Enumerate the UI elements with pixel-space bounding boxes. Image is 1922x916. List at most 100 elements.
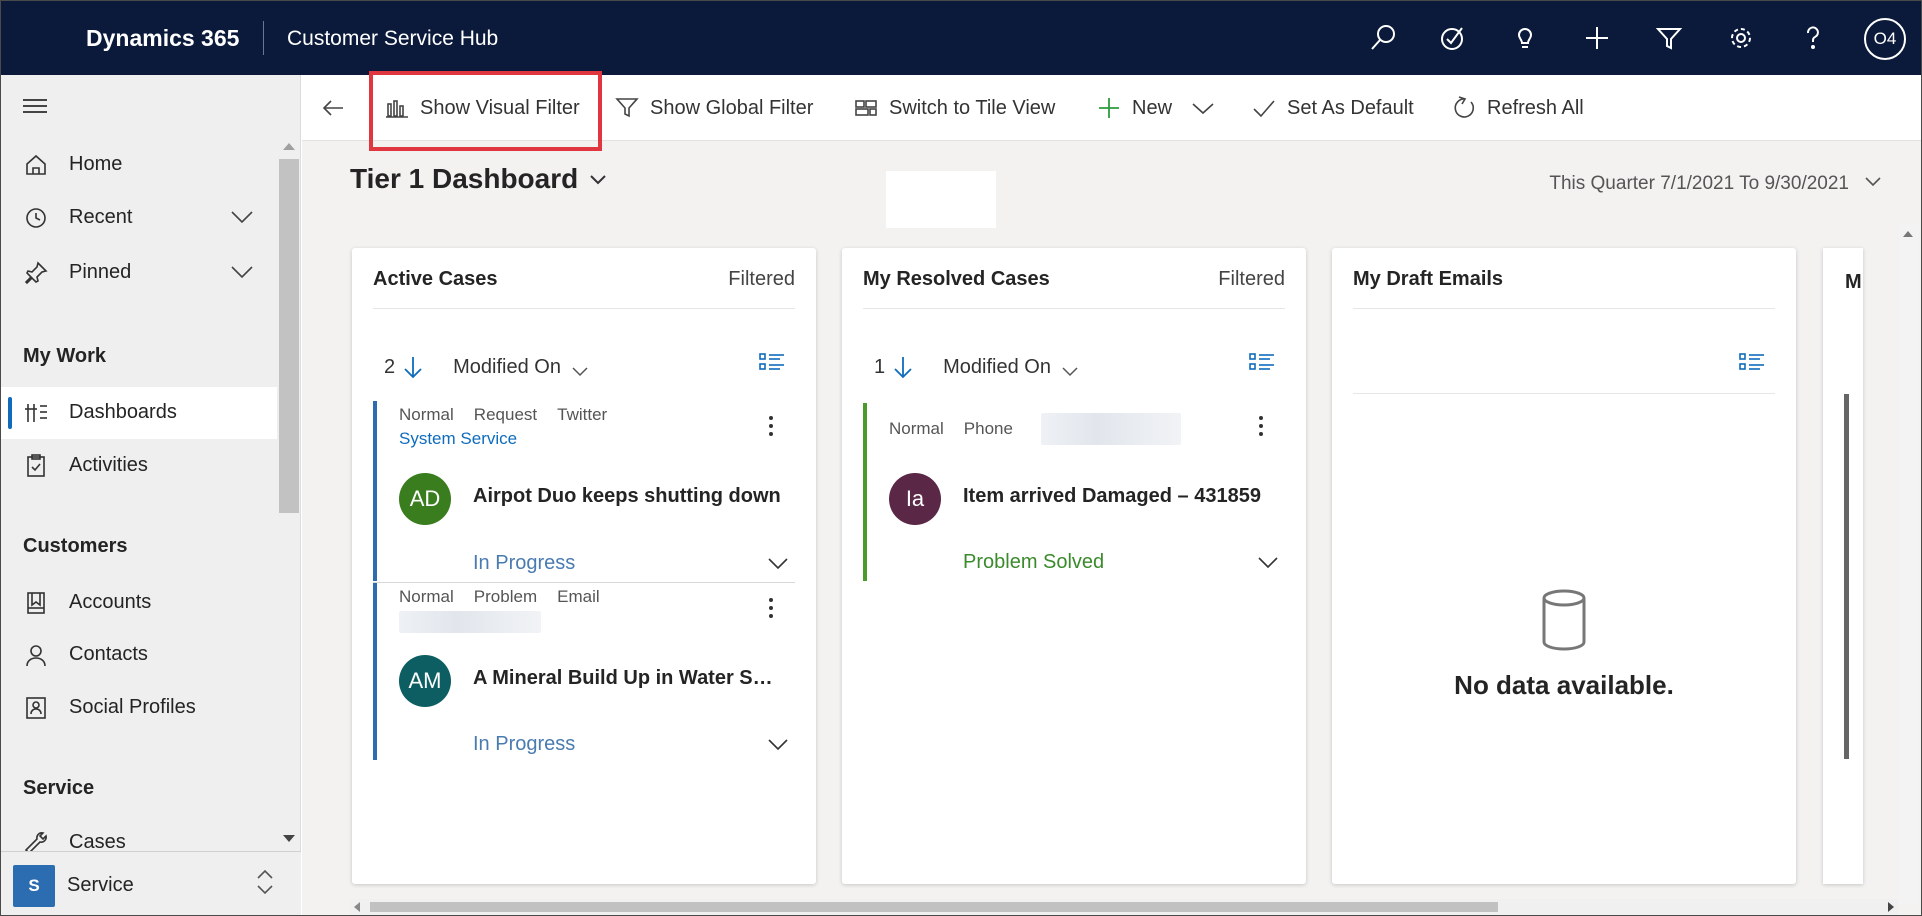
period-selector[interactable]: This Quarter 7/1/2021 To 9/30/2021	[1549, 173, 1849, 195]
case-owner[interactable]: System Service	[399, 429, 517, 449]
new-dropdown-button[interactable]	[1190, 92, 1226, 124]
record-count: 1	[874, 355, 886, 378]
list-view-icon[interactable]	[1738, 350, 1766, 376]
social-profile-icon	[23, 695, 49, 721]
case-status-bar	[373, 583, 377, 760]
sidebar-item-recent[interactable]: Recent	[1, 192, 277, 244]
group-title-customers: Customers	[23, 535, 128, 557]
case-priority: Normal	[399, 587, 454, 606]
stream-my-draft-emails: My Draft Emails No data available.	[1332, 248, 1796, 884]
sidebar-item-label: Social Profiles	[69, 696, 196, 718]
sort-field-label[interactable]: Modified On	[453, 356, 561, 379]
help-icon[interactable]	[1795, 20, 1831, 56]
scroll-right-arrow[interactable]	[1888, 902, 1894, 912]
dashboard-title[interactable]: Tier 1 Dashboard	[350, 163, 578, 195]
back-button[interactable]	[320, 92, 356, 124]
sidebar-item-dashboards[interactable]: Dashboards	[1, 387, 277, 439]
show-global-filter-button[interactable]: Show Global Filter	[614, 92, 813, 124]
list-view-icon[interactable]	[758, 350, 786, 376]
case-title[interactable]: A Mineral Build Up in Water Supply	[473, 667, 783, 690]
sidebar-item-activities[interactable]: Activities	[1, 440, 277, 492]
horizontal-scrollbar-thumb[interactable]	[370, 902, 1498, 912]
hamburger-menu-icon[interactable]	[23, 99, 47, 117]
list-view-icon[interactable]	[1248, 350, 1276, 376]
case-card[interactable]: Normal Phone Ia Item arrived Damaged – 43…	[863, 403, 1285, 581]
brand-name[interactable]: Dynamics 365	[86, 25, 239, 52]
case-title[interactable]: Item arrived Damaged – 431859	[963, 485, 1273, 508]
set-as-default-button[interactable]: Set As Default	[1251, 92, 1414, 124]
chevron-down-icon[interactable]	[1061, 361, 1079, 377]
scroll-left-arrow[interactable]	[354, 902, 360, 912]
app-name[interactable]: Customer Service Hub	[287, 27, 498, 51]
checkmark-icon	[1251, 95, 1277, 121]
case-type: Phone	[963, 419, 1013, 438]
user-avatar[interactable]: O4	[1864, 18, 1906, 60]
plus-icon[interactable]	[1579, 20, 1615, 56]
chevron-down-icon[interactable]	[1257, 556, 1279, 570]
sort-descending-icon[interactable]	[891, 354, 915, 380]
home-icon	[23, 152, 49, 178]
updown-chevron-icon[interactable]	[253, 866, 277, 898]
case-status: In Progress	[473, 733, 576, 755]
wrench-icon	[23, 830, 49, 851]
group-title-service: Service	[23, 777, 95, 799]
chevron-down-icon[interactable]	[767, 738, 789, 752]
chevron-down-icon[interactable]	[229, 206, 255, 228]
sidebar-scroll-up-arrow[interactable]	[283, 143, 295, 150]
brand-divider	[263, 21, 264, 55]
lightbulb-icon[interactable]	[1507, 20, 1543, 56]
vertical-scrollbar[interactable]	[1899, 225, 1919, 905]
group-title-my-work: My Work	[23, 345, 106, 367]
more-options-icon[interactable]	[1251, 413, 1271, 439]
sort-control[interactable]: 2 Modified On	[384, 352, 589, 382]
case-card[interactable]: Normal Problem Email AM A Mineral Build Up…	[373, 582, 795, 760]
refresh-all-label: Refresh All	[1487, 96, 1584, 119]
sort-descending-icon[interactable]	[401, 354, 425, 380]
case-card[interactable]: Normal Request Twitter System Service AD A…	[373, 401, 795, 581]
sidebar-item-pinned[interactable]: Pinned	[1, 247, 277, 299]
highlight-annotation-box	[369, 71, 602, 151]
search-icon[interactable]	[1365, 20, 1401, 56]
chevron-down-icon[interactable]	[571, 361, 589, 377]
chevron-down-icon[interactable]	[767, 557, 789, 571]
sidebar-item-cases[interactable]: Cases	[1, 817, 277, 851]
partial-card-status-bar	[1844, 394, 1849, 759]
show-global-filter-label: Show Global Filter	[650, 96, 814, 119]
sort-control[interactable]: 1 Modified On	[874, 352, 1079, 382]
scroll-up-arrow[interactable]	[1903, 231, 1913, 237]
refresh-all-button[interactable]: Refresh All	[1451, 92, 1584, 124]
chevron-down-icon[interactable]	[588, 173, 608, 187]
switch-to-tile-view-button[interactable]: Switch to Tile View	[853, 92, 1055, 124]
back-arrow-icon	[320, 95, 346, 121]
more-options-icon[interactable]	[761, 595, 781, 621]
chevron-down-icon[interactable]	[229, 261, 255, 283]
stream-active-cases: Active Cases Filtered 2 Modified On Norm…	[352, 248, 816, 884]
case-title[interactable]: Airpot Duo keeps shutting down	[473, 485, 783, 508]
sidebar-scroll-down-arrow[interactable]	[283, 835, 295, 842]
filter-icon[interactable]	[1651, 20, 1687, 56]
horizontal-scrollbar[interactable]	[350, 899, 1898, 915]
card-header: Active Cases Filtered	[373, 248, 795, 309]
set-as-default-label: Set As Default	[1287, 96, 1414, 119]
sidebar-item-label: Pinned	[69, 261, 132, 283]
sidebar-item-contacts[interactable]: Contacts	[1, 629, 277, 681]
area-switcher[interactable]: S Service	[1, 851, 301, 915]
new-button[interactable]: New	[1096, 92, 1172, 124]
more-options-icon[interactable]	[761, 413, 781, 439]
chevron-down-icon[interactable]	[1863, 175, 1883, 189]
sidebar-scrollbar-thumb[interactable]	[279, 159, 299, 513]
sidebar-item-accounts[interactable]: Accounts	[1, 577, 277, 629]
case-origin: Twitter	[557, 405, 608, 424]
sidebar-item-label: Dashboards	[69, 401, 177, 423]
sort-field-label[interactable]: Modified On	[943, 356, 1051, 379]
clipboard-icon	[23, 453, 49, 479]
sidebar-item-social-profiles[interactable]: Social Profiles	[1, 682, 277, 734]
sidebar-item-home[interactable]: Home	[1, 139, 277, 191]
card-header: My Draft Emails	[1353, 248, 1775, 309]
assistant-icon[interactable]	[1435, 20, 1471, 56]
sidebar-item-label: Activities	[69, 454, 148, 476]
settings-icon[interactable]	[1723, 20, 1759, 56]
redacted-owner	[399, 611, 541, 633]
dashboard-main: Tier 1 Dashboard This Quarter 7/1/2021 T…	[302, 141, 1921, 915]
accounts-icon	[23, 590, 49, 616]
